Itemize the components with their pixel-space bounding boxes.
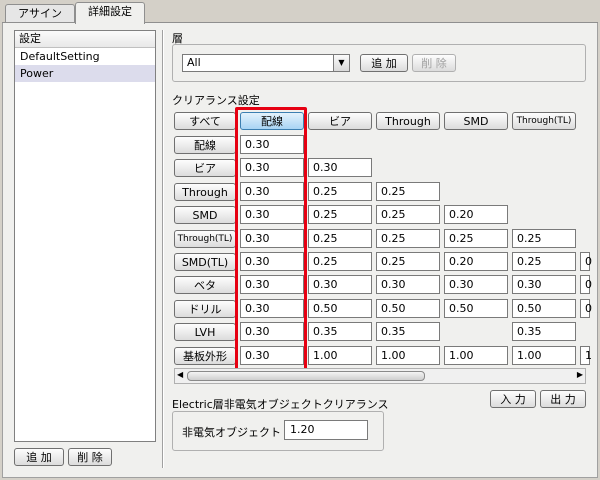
clearance-cell[interactable]: 0.35	[376, 322, 440, 342]
clearance-cell[interactable]: 0.25	[512, 252, 576, 271]
clearance-cell[interactable]: 0.50	[512, 298, 576, 318]
row-header-smd-tl[interactable]: SMD(TL)	[174, 253, 236, 271]
tab-assign[interactable]: アサイン	[5, 4, 75, 23]
column-header-col-through-tl[interactable]: Through(TL)	[512, 112, 576, 130]
add-layer-button[interactable]: 追 加	[360, 54, 408, 72]
clearance-cell[interactable]: 0.35	[308, 322, 372, 342]
highlight-box	[235, 107, 307, 374]
clearance-cell[interactable]: 0.25	[376, 205, 440, 225]
clearance-cell[interactable]: 0.50	[308, 298, 372, 318]
row-header-via[interactable]: ビア	[174, 159, 236, 178]
clearance-cell[interactable]: 1.00	[512, 345, 576, 365]
layer-select[interactable]: All ▼	[182, 54, 350, 72]
clearance-cell[interactable]: 0.20	[444, 205, 508, 225]
settings-list-header: 設定	[15, 31, 155, 48]
input-button[interactable]: 入 力	[490, 390, 536, 408]
add-setting-button[interactable]: 追 加	[14, 448, 64, 466]
clearance-cell[interactable]: 1	[580, 345, 592, 365]
clearance-cell[interactable]: 0	[580, 252, 592, 271]
row-header-copper-fill[interactable]: ベタ	[174, 276, 236, 295]
row-header-drill[interactable]: ドリル	[174, 299, 236, 318]
settings-list[interactable]: 設定 DefaultSetting Power	[14, 30, 156, 442]
row-header-through[interactable]: Through	[174, 182, 236, 201]
clearance-cell[interactable]: 0.25	[308, 252, 372, 271]
clearance-cell[interactable]: 0.30	[376, 275, 440, 295]
delete-layer-button[interactable]: 削 除	[412, 54, 456, 72]
row-header-wiring[interactable]: 配線	[174, 136, 236, 154]
panel-separator	[162, 30, 164, 468]
clearance-cell[interactable]: 0.30	[512, 275, 576, 295]
clearance-settings-title: クリアランス設定	[172, 94, 260, 107]
clearance-cell[interactable]: 1.00	[308, 345, 372, 365]
clearance-cell[interactable]: 0.30	[308, 275, 372, 295]
settings-list-item-power[interactable]: Power	[15, 65, 155, 82]
row-header-board-outline[interactable]: 基板外形	[174, 346, 236, 365]
clearance-cell[interactable]: 0.30	[308, 158, 372, 178]
chevron-down-icon[interactable]: ▼	[333, 55, 349, 71]
column-header-col-via[interactable]: ビア	[308, 112, 372, 130]
clearance-cell[interactable]: 0.25	[308, 205, 372, 225]
delete-setting-button[interactable]: 削 除	[68, 448, 112, 466]
clearance-cell[interactable]: 0.20	[444, 252, 508, 271]
non-electric-object-label: 非電気オブジェクト	[182, 426, 281, 439]
clearance-cell[interactable]: 0.25	[308, 228, 372, 248]
clearance-cell[interactable]: 0.25	[512, 228, 576, 248]
clearance-cell[interactable]: 0.25	[376, 228, 440, 248]
column-header-col-through[interactable]: Through	[376, 112, 440, 130]
clearance-cell[interactable]: 0.25	[376, 252, 440, 271]
scroll-right-icon[interactable]: ▶	[577, 370, 583, 379]
column-header-col-smd[interactable]: SMD	[444, 112, 508, 130]
row-header-smd[interactable]: SMD	[174, 206, 236, 225]
row-header-lvh[interactable]: LVH	[174, 323, 236, 342]
row-header-through-tl[interactable]: Through(TL)	[174, 229, 236, 248]
output-button[interactable]: 出 力	[540, 390, 586, 408]
non-electric-object-field[interactable]: 1.20	[284, 420, 368, 440]
clearance-cell[interactable]: 0	[580, 298, 592, 318]
clearance-cell[interactable]: 0.35	[512, 322, 576, 342]
clearance-cell[interactable]: 0.50	[376, 298, 440, 318]
clearance-cell[interactable]: 0.25	[308, 181, 372, 201]
horizontal-scrollbar[interactable]: ◀ ▶	[174, 368, 586, 384]
clearance-cell[interactable]: 0.30	[444, 275, 508, 295]
clearance-cell[interactable]: 0.25	[376, 181, 440, 201]
electric-clearance-title: Electric層非電気オブジェクトクリアランス	[172, 398, 389, 411]
clearance-cell[interactable]: 0.50	[444, 298, 508, 318]
scrollbar-thumb[interactable]	[187, 371, 425, 381]
layer-select-value: All	[187, 56, 201, 69]
clearance-cell[interactable]: 1.00	[376, 345, 440, 365]
all-button[interactable]: すべて	[174, 112, 236, 130]
tab-advanced-settings[interactable]: 詳細設定	[75, 2, 145, 24]
clearance-cell[interactable]: 1.00	[444, 345, 508, 365]
scroll-left-icon[interactable]: ◀	[177, 370, 183, 379]
clearance-cell[interactable]: 0	[580, 275, 592, 295]
clearance-cell[interactable]: 0.25	[444, 228, 508, 248]
settings-list-item-default[interactable]: DefaultSetting	[15, 48, 155, 65]
